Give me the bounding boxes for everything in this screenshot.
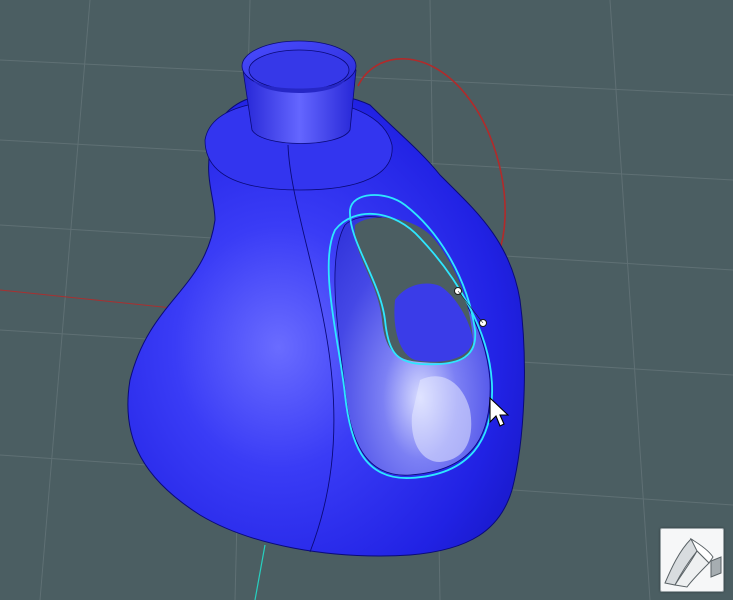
- tool-palette-button[interactable]: [660, 528, 724, 592]
- 3d-viewport[interactable]: [0, 0, 733, 600]
- bottle-surface[interactable]: [127, 40, 525, 557]
- viewport-scene[interactable]: [0, 0, 733, 600]
- bottle-opening: [248, 49, 350, 91]
- surface-tool-icon: [664, 537, 722, 588]
- y-axis-line: [254, 544, 266, 600]
